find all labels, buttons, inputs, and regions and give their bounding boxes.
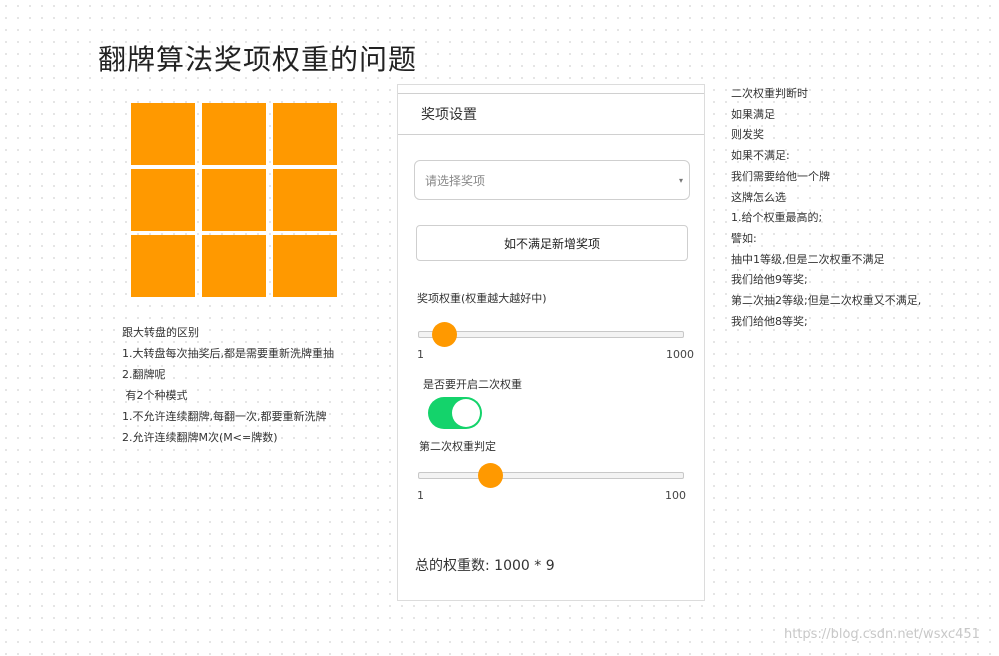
weight-slider-thumb[interactable] — [431, 322, 457, 347]
total-weight-text: 总的权重数: 1000 * 9 — [415, 558, 555, 574]
chevron-down-icon: ▾ — [678, 175, 683, 185]
weight-slider-label: 奖项权重(权重越大越好中) — [417, 292, 547, 305]
note-line: 我们需要给他一个牌 — [731, 169, 830, 183]
second-weight-toggle-label: 是否要开启二次权重 — [423, 378, 522, 391]
note-line: 1.给个权重最高的; — [731, 211, 823, 225]
card-tile-grid — [131, 103, 337, 297]
note-line: 2.允许连续翻牌M次(M<=牌数) — [122, 431, 278, 444]
note-line: 跟大转盘的区别 — [122, 326, 199, 339]
note-line: 如果不满足: — [731, 149, 790, 163]
note-line: 1.大转盘每次抽奖后,都是需要重新洗牌重抽 — [122, 347, 334, 360]
note-line: 有2个种模式 — [122, 389, 188, 402]
note-line: 二次权重判断时 — [731, 87, 808, 100]
card-tile[interactable] — [202, 103, 266, 165]
prize-settings-panel: 奖项设置 请选择奖项 ▾ 如不满足新增奖项 奖项权重(权重越大越好中) 1 10… — [397, 84, 705, 601]
card-tile[interactable] — [131, 169, 195, 231]
card-tile[interactable] — [202, 169, 266, 231]
prize-select-placeholder: 请选择奖项 — [425, 173, 486, 188]
second-weight-slider-min: 1 — [417, 489, 424, 502]
second-weight-slider-max: 100 — [665, 489, 686, 502]
note-line: 我们给他8等奖; — [731, 314, 808, 328]
second-weight-slider-track[interactable] — [418, 472, 684, 479]
add-prize-button[interactable]: 如不满足新增奖项 — [416, 225, 688, 261]
page-title: 翻牌算法奖项权重的问题 — [98, 43, 418, 76]
card-tile[interactable] — [273, 169, 337, 231]
prize-select[interactable]: 请选择奖项 ▾ — [414, 160, 690, 200]
card-tile[interactable] — [131, 103, 195, 165]
weight-slider-min: 1 — [417, 348, 424, 361]
card-tile[interactable] — [131, 235, 195, 297]
notes-right: 二次权重判断时 如果满足 则发奖 如果不满足: 我们需要给他一个牌 这牌怎么选 … — [731, 84, 921, 332]
card-tile[interactable] — [273, 235, 337, 297]
note-line: 我们给他9等奖; — [731, 273, 808, 287]
note-line: 这牌怎么选 — [731, 190, 786, 204]
note-line: 则发奖 — [731, 128, 764, 142]
weight-slider-max: 1000 — [666, 348, 694, 361]
card-tile[interactable] — [273, 103, 337, 165]
weight-slider-track[interactable] — [418, 331, 684, 338]
notes-left: 跟大转盘的区别 1.大转盘每次抽奖后,都是需要重新洗牌重抽 2.翻牌呢 有2个种… — [122, 322, 334, 448]
note-line: 2.翻牌呢 — [122, 368, 166, 381]
note-line: 1.不允许连续翻牌,每翻一次,都要重新洗牌 — [122, 410, 327, 423]
note-line: 譬如: — [731, 231, 757, 245]
watermark: https://blog.csdn.net/wsxc451 — [784, 627, 980, 642]
toggle-knob — [452, 399, 480, 427]
second-weight-slider-thumb[interactable] — [478, 463, 504, 488]
note-line: 如果满足 — [731, 107, 775, 121]
note-line: 第二次抽2等级;但是二次权重又不满足, — [731, 294, 922, 308]
second-weight-slider-label: 第二次权重判定 — [419, 440, 496, 453]
second-weight-toggle[interactable] — [428, 397, 482, 429]
panel-header: 奖项设置 — [398, 93, 704, 135]
note-line: 抽中1等级,但是二次权重不满足 — [731, 252, 885, 266]
card-tile[interactable] — [202, 235, 266, 297]
